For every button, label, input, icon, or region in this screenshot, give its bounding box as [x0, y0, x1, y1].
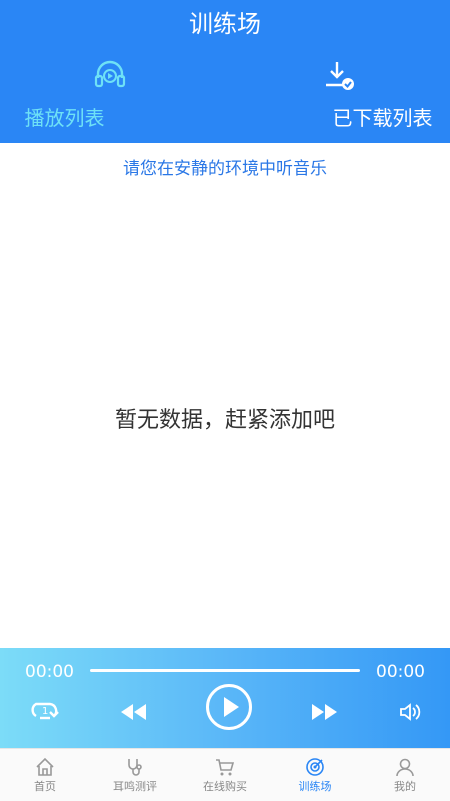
- page-title: 训练场: [189, 10, 261, 38]
- play-button[interactable]: [206, 684, 252, 730]
- tabbar-label: 训练场: [298, 780, 332, 793]
- repeat-count: 1: [42, 706, 48, 717]
- headphones-play-icon: [94, 60, 126, 88]
- tabbar-label: 我的: [394, 780, 416, 793]
- quiet-environment-notice: 请您在安静的环境中听音乐: [123, 159, 327, 179]
- target-icon: [306, 758, 324, 776]
- progress-slider[interactable]: [90, 669, 360, 672]
- repeat-one-icon[interactable]: 1: [30, 698, 60, 724]
- tabbar-item-profile[interactable]: 我的: [360, 749, 450, 801]
- tabbar-label: 在线购买: [203, 780, 247, 793]
- tabbar-item-training[interactable]: 训练场: [270, 749, 360, 801]
- tab-playlist-label: 播放列表: [24, 106, 105, 130]
- tabbar-item-tinnitus-test[interactable]: 耳鸣测评: [90, 749, 180, 801]
- tabbar-item-online-shop[interactable]: 在线购买: [180, 749, 270, 801]
- tab-downloaded[interactable]: 已下载列表: [225, 58, 450, 138]
- volume-icon[interactable]: [399, 702, 421, 722]
- play-icon: [224, 697, 239, 717]
- header: 训练场 播放列表 已下载列表: [0, 0, 450, 143]
- empty-state-text: 暂无数据，赶紧添加吧: [114, 408, 335, 433]
- tab-playlist[interactable]: 播放列表: [0, 58, 225, 138]
- tabbar-label: 耳鸣测评: [113, 780, 157, 793]
- user-icon: [396, 758, 414, 777]
- fast-forward-icon[interactable]: [310, 702, 340, 722]
- total-time: 00:00: [376, 662, 425, 682]
- cart-icon: [216, 759, 235, 776]
- current-time: 00:00: [25, 662, 74, 682]
- music-player: 00:00 00:00 1: [0, 648, 450, 748]
- rewind-icon[interactable]: [118, 702, 148, 722]
- tabbar-label: 首页: [34, 780, 56, 793]
- bottom-tabbar: 首页 耳鸣测评 在线购买 训练场 我的: [0, 748, 450, 801]
- tab-downloaded-label: 已下载列表: [332, 106, 433, 130]
- home-icon: [36, 757, 54, 776]
- stethoscope-icon: [128, 759, 142, 776]
- tabbar-item-home[interactable]: 首页: [0, 749, 90, 801]
- download-check-icon: [326, 62, 354, 90]
